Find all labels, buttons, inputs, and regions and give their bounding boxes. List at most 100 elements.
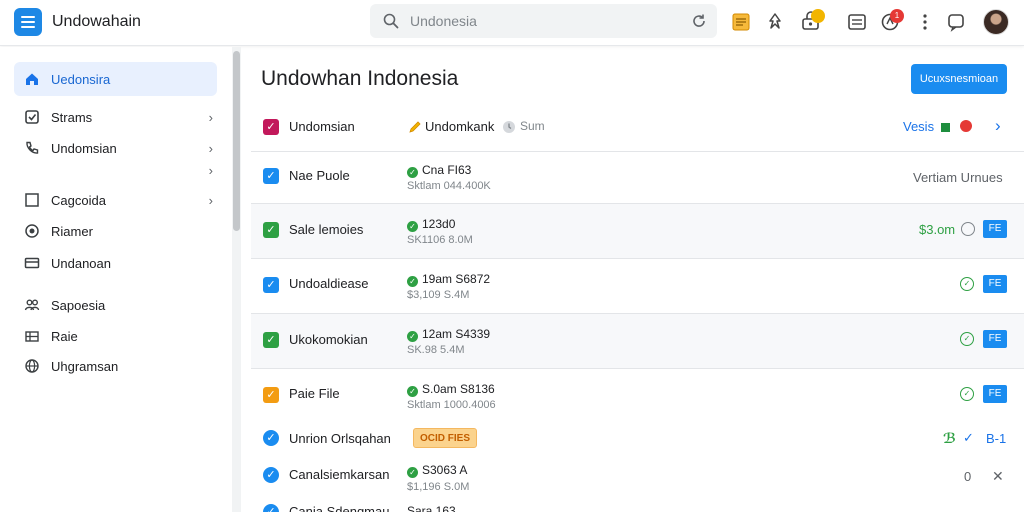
table-row[interactable]: ✓ Canalsiemkarsan ✓ S3063 A $1,196 S.0M 0… bbox=[251, 460, 1024, 500]
user-avatar[interactable] bbox=[983, 9, 1009, 35]
row-action-button[interactable]: FE bbox=[983, 330, 1007, 348]
close-icon[interactable]: ✕ bbox=[992, 468, 1004, 485]
row-status: Sara 163 bbox=[407, 504, 456, 512]
filter-checkbox[interactable]: ✓ bbox=[263, 119, 279, 135]
main-content: Undowhan Indonesia Ucuxsnesmioan ✓ Undom… bbox=[245, 47, 1024, 512]
sidebar-item-riamer[interactable]: Riamer bbox=[14, 214, 217, 248]
row-checkbox[interactable]: ✓ bbox=[263, 430, 279, 446]
check-circle-icon: ✓ bbox=[960, 387, 974, 401]
row-meta: SK1106 8.0M bbox=[407, 234, 473, 246]
sidebar-item-label: Uhgramsan bbox=[51, 359, 119, 374]
notes-icon[interactable] bbox=[730, 11, 752, 33]
table-row[interactable]: ✓ Nae Puole ✓ Cna FI63 Sktlam 044.400K Ve… bbox=[251, 149, 1024, 203]
table-row[interactable]: ✓ Sale lemoies ✓ 123d0 SK1106 8.0M $3.om … bbox=[251, 204, 1024, 258]
row-name: Canalsiemkarsan bbox=[289, 467, 390, 482]
row-checkbox[interactable]: ✓ bbox=[263, 222, 279, 238]
row-status: ✓ Cna FI63 bbox=[407, 163, 471, 178]
chat-icon[interactable] bbox=[945, 11, 967, 33]
row-action-button[interactable]: FE bbox=[983, 385, 1007, 403]
clock-icon bbox=[503, 121, 515, 133]
bell-icon[interactable] bbox=[764, 11, 786, 33]
checkbox-icon bbox=[25, 110, 39, 124]
row-tag: OCID FIES bbox=[413, 428, 478, 448]
table-row[interactable]: ✓ Cania Sdenqmau Sara 163 bbox=[251, 500, 1024, 512]
check-icon: ✓ bbox=[407, 467, 418, 478]
row-meta: $3,109 S.4M bbox=[407, 289, 470, 301]
sidebar-item-sapoesia[interactable]: Sapoesia bbox=[14, 288, 217, 322]
page-title: Undowhan Indonesia bbox=[261, 67, 459, 90]
row-meta: Sktlam 1000.4006 bbox=[407, 399, 496, 411]
row-name: Cania Sdenqmau bbox=[289, 504, 390, 512]
row-action-button[interactable]: FE bbox=[983, 220, 1007, 238]
globe-icon bbox=[25, 359, 39, 373]
inbox-icon[interactable] bbox=[846, 11, 868, 33]
sidebar-item-cagcoida[interactable]: Cagcoida › bbox=[14, 183, 217, 217]
row-amount: $3.om bbox=[919, 222, 956, 237]
sidebar-item-label: Raie bbox=[51, 329, 78, 344]
chevron-right-icon: › bbox=[208, 110, 213, 125]
target-icon bbox=[25, 224, 39, 238]
check-icon: ✓ bbox=[407, 276, 418, 287]
search-input[interactable] bbox=[410, 12, 670, 30]
check-icon: ✓ bbox=[407, 386, 418, 397]
filter-tag[interactable]: Undomkank bbox=[425, 119, 494, 134]
card-icon bbox=[24, 257, 40, 269]
sidebar-scrollbar[interactable] bbox=[232, 47, 241, 512]
row-checkbox[interactable]: ✓ bbox=[263, 387, 279, 403]
alerts-badge: 1 bbox=[890, 9, 904, 23]
green-square-icon bbox=[941, 123, 950, 132]
check-icon: ✓ bbox=[963, 430, 974, 445]
check-icon: ✓ bbox=[407, 221, 418, 232]
app-menu-icon[interactable] bbox=[14, 8, 42, 36]
search-bar bbox=[370, 4, 717, 38]
scrollbar-thumb[interactable] bbox=[233, 51, 240, 231]
row-name: Paie File bbox=[289, 386, 340, 401]
sidebar: Uedonsira Strams › Undomsian › › Cagcoid… bbox=[0, 47, 232, 512]
table-row[interactable]: ✓ Ukokomokian ✓ 12am S4339 SK.98 5.4M ✓ F… bbox=[251, 314, 1024, 368]
sidebar-item-label: Strams bbox=[51, 110, 93, 125]
top-bar: Undowahain 1 bbox=[0, 0, 1024, 46]
sidebar-group-toggle[interactable]: › bbox=[14, 158, 217, 182]
red-dot-icon bbox=[960, 120, 972, 132]
primary-action-button[interactable]: Ucuxsnesmioan bbox=[911, 64, 1007, 94]
more-options-icon[interactable] bbox=[914, 11, 936, 33]
row-action-button[interactable]: FE bbox=[983, 275, 1007, 293]
row-checkbox[interactable]: ✓ bbox=[263, 168, 279, 184]
sync-icon: ℬ bbox=[943, 430, 956, 446]
sidebar-item-label: Undanoan bbox=[51, 256, 111, 271]
sidebar-item-strams[interactable]: Strams › bbox=[14, 100, 217, 134]
chevron-right-icon[interactable]: › bbox=[995, 116, 1001, 136]
row-count: 0 bbox=[964, 469, 972, 484]
row-status: ✓ S.0am S8136 bbox=[407, 382, 495, 397]
view-label[interactable]: Vesis bbox=[903, 119, 934, 134]
sidebar-item-undanoan[interactable]: Undanoan bbox=[14, 246, 217, 280]
sidebar-item-label: Sapoesia bbox=[51, 298, 106, 313]
sidebar-item-uhgramsan[interactable]: Uhgramsan bbox=[14, 349, 217, 383]
square-icon bbox=[25, 193, 39, 207]
row-checkbox[interactable]: ✓ bbox=[263, 504, 279, 512]
row-checkbox[interactable]: ✓ bbox=[263, 277, 279, 293]
search-icon[interactable] bbox=[383, 13, 399, 29]
refresh-icon[interactable] bbox=[691, 13, 707, 29]
people-icon bbox=[24, 299, 40, 311]
check-icon: ✓ bbox=[407, 167, 418, 178]
check-circle-icon: ✓ bbox=[960, 332, 974, 346]
row-checkbox[interactable]: ✓ bbox=[263, 467, 279, 483]
sidebar-item-raie[interactable]: Raie bbox=[14, 319, 217, 353]
row-action-link[interactable]: B-1 bbox=[986, 431, 1006, 446]
sidebar-item-uedonsira[interactable]: Uedonsira bbox=[14, 62, 217, 96]
column-header-right: Vertiam Urnues bbox=[913, 170, 1003, 185]
home-icon bbox=[26, 73, 38, 85]
row-status: ✓ 123d0 bbox=[407, 217, 455, 232]
row-status: ✓ 12am S4339 bbox=[407, 327, 490, 342]
table-row[interactable]: ✓ Unrion Orlsqahan OCID FIES ℬ ✓ B-1 bbox=[251, 424, 1024, 460]
phone-icon bbox=[26, 141, 39, 154]
table-row[interactable]: ✓ Paie File ✓ S.0am S8136 Sktlam 1000.400… bbox=[251, 369, 1024, 423]
row-name: Undoaldiease bbox=[289, 276, 369, 291]
row-name: Unrion Orlsqahan bbox=[289, 431, 391, 446]
building-icon bbox=[25, 331, 39, 342]
filter-label: Undomsian bbox=[289, 119, 355, 134]
filter-row: ✓ Undomsian Undomkank Sum Vesis › bbox=[261, 105, 1009, 149]
table-row[interactable]: ✓ Undoaldiease ✓ 19am S6872 $3,109 S.4M ✓… bbox=[251, 259, 1024, 313]
row-checkbox[interactable]: ✓ bbox=[263, 332, 279, 348]
